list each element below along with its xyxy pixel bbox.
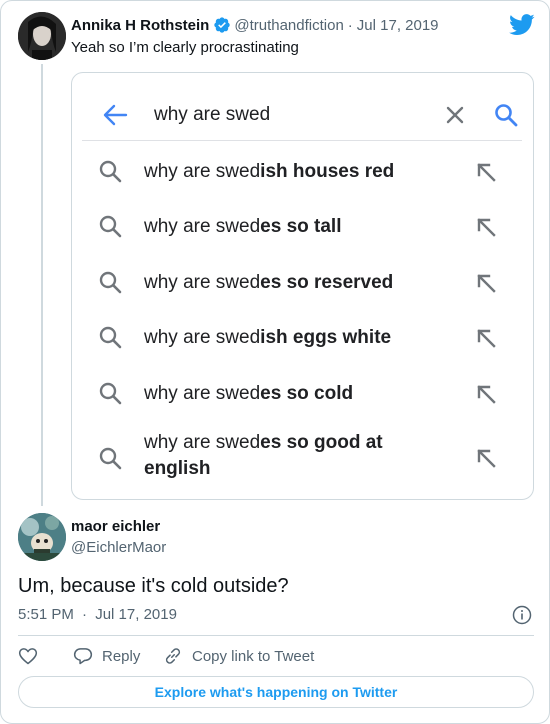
magnifier-icon <box>99 382 122 405</box>
copy-link-label: Copy link to Tweet <box>192 647 315 665</box>
divider <box>18 635 534 636</box>
magnifier-icon <box>99 326 122 349</box>
dot-separator: · <box>82 606 88 623</box>
suggestion-prefix: why are swed <box>144 272 261 293</box>
reply-author-handle[interactable]: @EichlerMaor <box>71 539 166 556</box>
reply-time[interactable]: 5:51 PM <box>18 606 74 623</box>
arrow-up-left-icon[interactable] <box>475 272 497 294</box>
avatar-annika[interactable] <box>18 12 66 60</box>
search-query: why are swed <box>154 104 271 125</box>
arrow-up-left-icon[interactable] <box>475 327 497 349</box>
suggestion-text: why are swedes so good at english <box>144 430 444 482</box>
suggestion-completion: es so reserved <box>260 272 394 293</box>
suggestion-item[interactable]: why are swedish eggs white <box>72 325 533 365</box>
search-icon <box>495 104 518 127</box>
suggestion-item[interactable]: why are swedes so reserved <box>72 270 533 310</box>
magnifier-icon <box>99 271 122 294</box>
suggestion-prefix: why are swed <box>144 216 261 237</box>
suggestion-completion: ish houses red <box>260 161 395 182</box>
suggestion-text: why are swedish houses red <box>144 159 444 185</box>
reply-button[interactable]: Reply <box>73 646 140 666</box>
heart-icon <box>18 648 38 665</box>
suggestion-item[interactable]: why are swedes so tall <box>72 214 533 254</box>
suggestion-item[interactable]: why are swedes so good at english <box>72 430 533 490</box>
twitter-bird-icon[interactable] <box>509 14 535 36</box>
suggestion-completion: es so tall <box>260 216 342 237</box>
reply-text: Um, because it's cold outside? <box>18 575 289 597</box>
search-bar: why are swed <box>82 83 522 141</box>
reply-date[interactable]: Jul 17, 2019 <box>95 606 177 623</box>
author-handle[interactable]: @truthandfiction <box>234 17 343 34</box>
explore-twitter-button[interactable]: Explore what's happening on Twitter <box>18 676 534 708</box>
suggestion-completion: es so cold <box>260 383 354 404</box>
arrow-up-left-icon[interactable] <box>475 161 497 183</box>
thread-connector <box>41 64 43 506</box>
clear-x-icon <box>446 106 464 124</box>
info-icon[interactable] <box>512 605 532 625</box>
dot-separator: · <box>347 16 353 34</box>
reply-icon <box>73 648 93 665</box>
author-name[interactable]: Annika H Rothstein <box>71 17 209 34</box>
magnifier-icon <box>99 215 122 238</box>
reply-author-name[interactable]: maor eichler <box>71 518 160 535</box>
tweet-header: Annika H Rothstein @truthandfiction · Ju… <box>71 16 439 34</box>
suggestion-completion: ish eggs white <box>260 327 392 348</box>
back-arrow-icon <box>103 104 128 126</box>
suggestion-prefix: why are swed <box>144 383 261 404</box>
link-icon <box>165 648 181 664</box>
tweet-embed-card: Annika H Rothstein @truthandfiction · Ju… <box>0 0 550 724</box>
verified-badge-icon <box>214 17 231 33</box>
suggestion-text: why are swedish eggs white <box>144 325 444 351</box>
like-button[interactable] <box>18 646 47 666</box>
suggestion-item[interactable]: why are swedes so cold <box>72 381 533 421</box>
suggestion-prefix: why are swed <box>144 432 261 453</box>
copy-link-button[interactable]: Copy link to Tweet <box>163 646 314 666</box>
avatar-maor[interactable] <box>18 513 66 561</box>
tweet-media-image[interactable]: why are swed why are swedish houses red w… <box>71 72 534 500</box>
tweet-date[interactable]: Jul 17, 2019 <box>357 17 439 34</box>
arrow-up-left-icon[interactable] <box>475 216 497 238</box>
magnifier-icon <box>99 160 122 183</box>
suggestion-item[interactable]: why are swedish houses red <box>72 159 533 199</box>
reply-label: Reply <box>102 647 141 665</box>
reply-timestamp[interactable]: 5:51 PM · Jul 17, 2019 <box>18 606 177 623</box>
arrow-up-left-icon[interactable] <box>475 383 497 405</box>
suggestion-text: why are swedes so tall <box>144 214 444 240</box>
tweet-text: Yeah so I’m clearly procrastinating <box>71 39 299 56</box>
suggestion-text: why are swedes so reserved <box>144 270 444 296</box>
suggestion-prefix: why are swed <box>144 327 261 348</box>
magnifier-icon <box>99 447 122 470</box>
suggestion-prefix: why are swed <box>144 161 261 182</box>
suggestion-text: why are swedes so cold <box>144 381 444 407</box>
arrow-up-left-icon[interactable] <box>475 447 497 469</box>
